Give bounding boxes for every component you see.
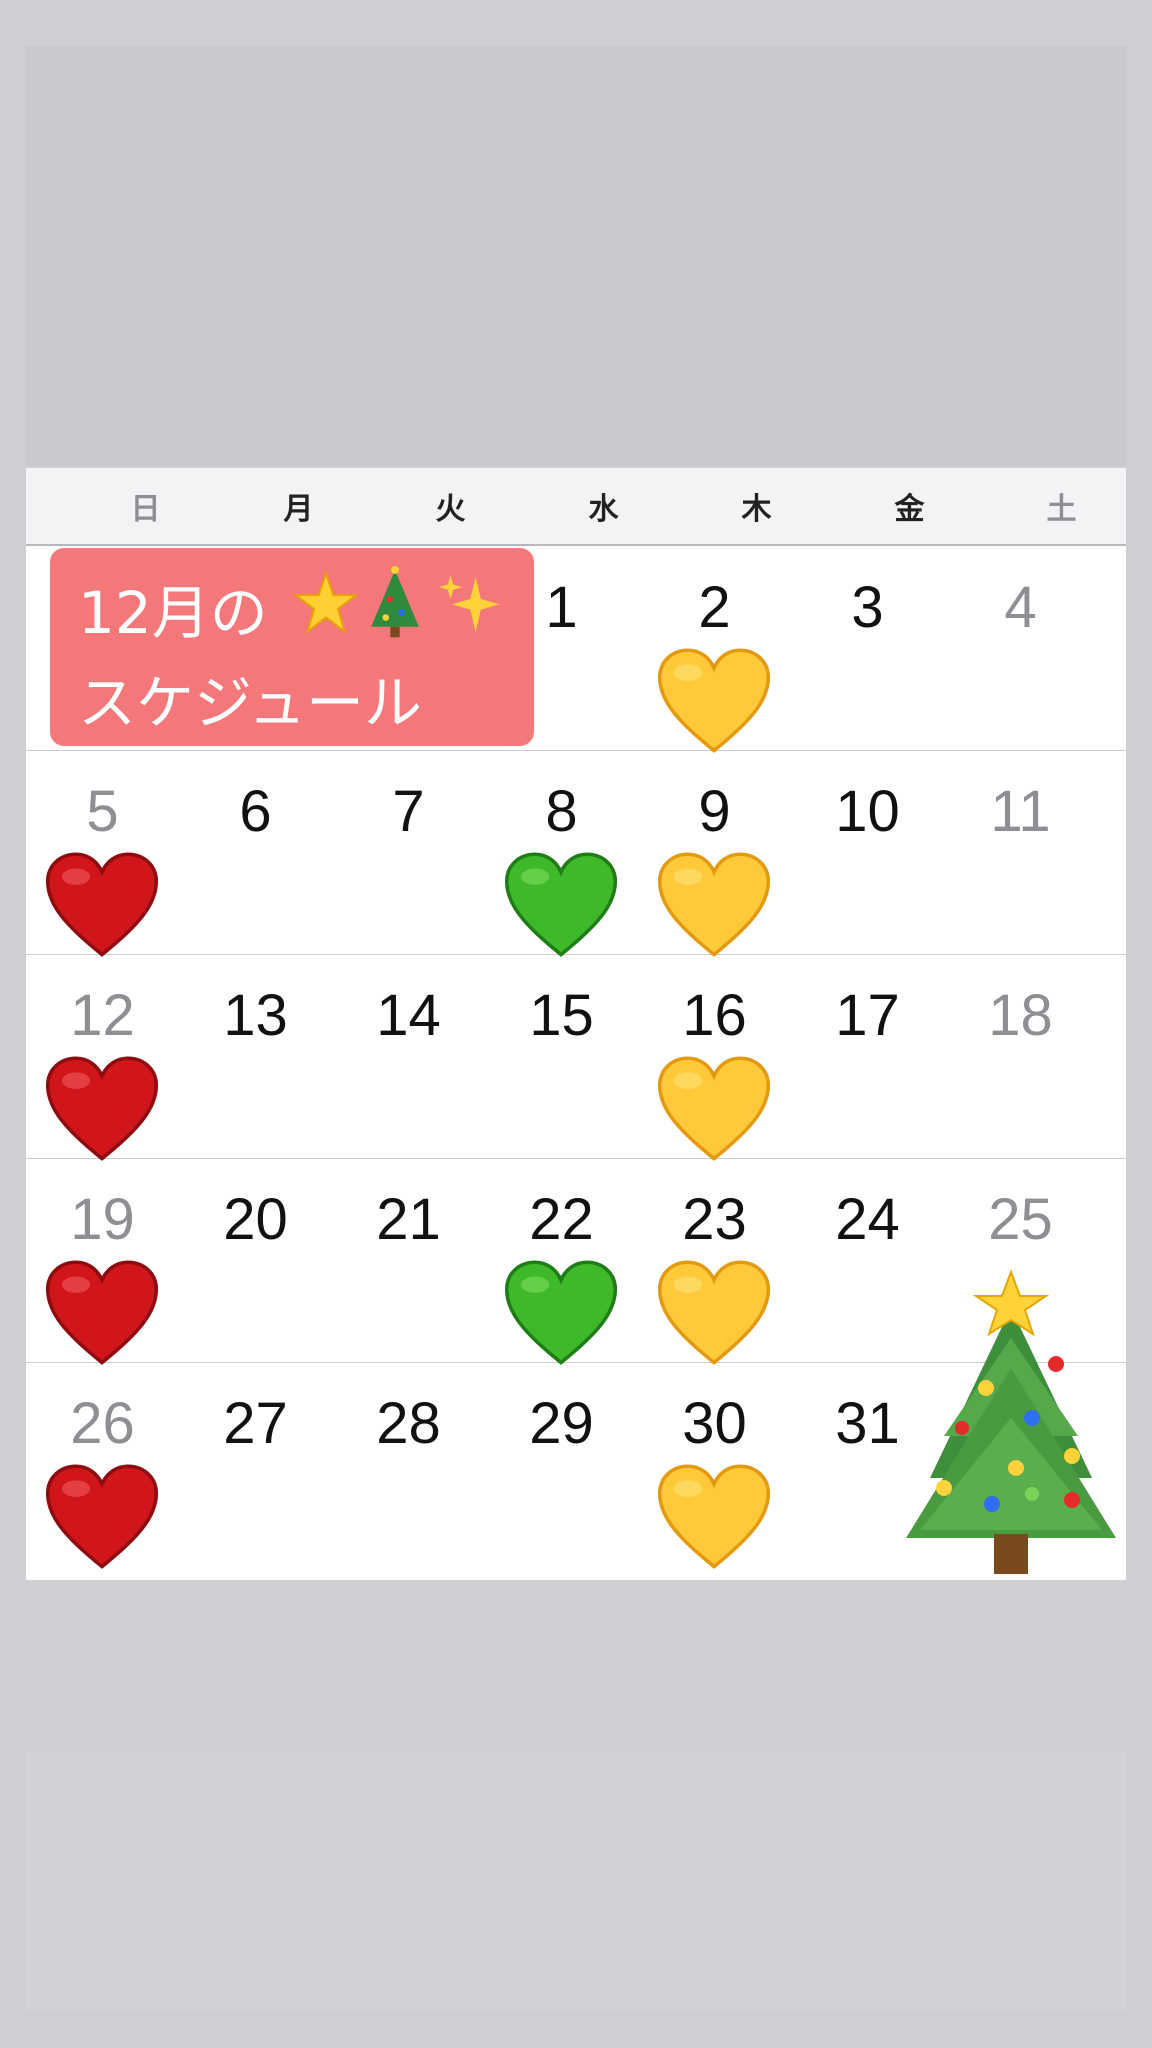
weekday-header: 日 月 火 水 木 金 土 xyxy=(26,468,1126,546)
heart-icon xyxy=(657,648,771,753)
day-number: 10 xyxy=(835,779,900,844)
day-cell[interactable]: 4 xyxy=(944,546,1097,750)
day-number: 9 xyxy=(698,779,731,844)
day-cell[interactable]: 16 xyxy=(638,954,791,1161)
weekday-fri: 金 xyxy=(894,492,925,527)
top-blank-panel xyxy=(26,46,1126,466)
star-icon xyxy=(293,570,359,634)
bottom-blank-panel xyxy=(26,1752,1126,2012)
day-cell[interactable]: 20 xyxy=(179,1158,332,1362)
day-number: 8 xyxy=(545,779,578,844)
heart-icon xyxy=(657,1260,771,1365)
day-number: 12 xyxy=(70,983,135,1048)
heart-icon xyxy=(657,1464,771,1569)
day-cell[interactable]: 18 xyxy=(944,954,1097,1158)
title-line-2: スケジュール xyxy=(78,669,422,737)
heart-icon xyxy=(504,1260,618,1365)
day-cell[interactable]: 15 xyxy=(485,954,638,1158)
title-text-month: 12月の xyxy=(78,579,268,647)
heart-icon xyxy=(657,852,771,957)
day-number: 30 xyxy=(682,1391,747,1456)
title-badge: 12月の スケジュール xyxy=(50,548,534,746)
day-cell[interactable]: 23 xyxy=(638,1158,791,1365)
day-number: 20 xyxy=(223,1187,288,1252)
day-cell[interactable]: 21 xyxy=(332,1158,485,1362)
heart-icon xyxy=(45,1056,159,1161)
heart-icon xyxy=(45,1464,159,1569)
day-cell[interactable]: 27 xyxy=(179,1362,332,1566)
christmas-tree-icon xyxy=(371,566,419,638)
day-number: 15 xyxy=(529,983,594,1048)
day-cell[interactable]: 26 xyxy=(26,1362,179,1569)
week-row: 12 13 14 15 16 17 18 xyxy=(26,954,1126,1161)
day-cell[interactable]: 9 xyxy=(638,750,791,957)
weekday-mon: 月 xyxy=(283,492,314,527)
day-cell[interactable]: 30 xyxy=(638,1362,791,1569)
day-number: 24 xyxy=(835,1187,900,1252)
day-cell[interactable]: 28 xyxy=(332,1362,485,1566)
day-number: 11 xyxy=(990,779,1051,844)
day-number: 19 xyxy=(70,1187,135,1252)
day-cell[interactable]: 14 xyxy=(332,954,485,1158)
day-cell[interactable]: 3 xyxy=(791,546,944,750)
day-cell[interactable]: 6 xyxy=(179,750,332,954)
weekday-sun: 日 xyxy=(130,492,161,527)
day-number: 2 xyxy=(698,575,731,640)
day-number: 23 xyxy=(682,1187,747,1252)
day-number: 6 xyxy=(239,779,272,844)
day-cell[interactable]: 12 xyxy=(26,954,179,1161)
day-number: 13 xyxy=(223,983,288,1048)
weekday-wed: 水 xyxy=(588,492,619,527)
day-cell[interactable]: 22 xyxy=(485,1158,638,1365)
weekday-sat: 土 xyxy=(1046,492,1077,527)
day-number: 27 xyxy=(223,1391,288,1456)
day-number: 29 xyxy=(529,1391,594,1456)
day-cell[interactable]: 2 xyxy=(638,546,791,753)
heart-icon xyxy=(45,852,159,957)
day-cell[interactable]: 13 xyxy=(179,954,332,1158)
day-cell[interactable]: 17 xyxy=(791,954,944,1158)
heart-icon xyxy=(657,1056,771,1161)
day-number: 5 xyxy=(86,779,119,844)
day-cell[interactable]: 10 xyxy=(791,750,944,954)
day-cell[interactable]: 11 xyxy=(944,750,1097,954)
day-cell[interactable]: 8 xyxy=(485,750,638,957)
day-cell[interactable]: 7 xyxy=(332,750,485,954)
day-number: 18 xyxy=(988,983,1053,1048)
day-cell[interactable]: 5 xyxy=(26,750,179,957)
day-number: 3 xyxy=(851,575,884,640)
day-number: 21 xyxy=(376,1187,441,1252)
title-line-1: 12月の xyxy=(78,566,500,650)
day-number: 16 xyxy=(682,983,747,1048)
christmas-tree-icon xyxy=(906,1269,1116,1574)
weekday-tue: 火 xyxy=(435,492,466,527)
day-number: 25 xyxy=(988,1187,1053,1252)
day-number: 28 xyxy=(376,1391,441,1456)
day-number: 7 xyxy=(392,779,425,844)
day-number: 14 xyxy=(376,983,441,1048)
calendar-month-grid: 日 月 火 水 木 金 土 1 2 3 4 5 6 7 8 9 10 11 12 13 14 15 16 17 1… xyxy=(26,468,1126,1580)
day-number: 26 xyxy=(70,1391,135,1456)
day-number: 22 xyxy=(529,1187,594,1252)
day-number: 17 xyxy=(835,983,900,1048)
heart-icon xyxy=(504,852,618,957)
week-row: 5 6 7 8 9 10 11 xyxy=(26,750,1126,957)
heart-icon xyxy=(45,1260,159,1365)
day-number: 4 xyxy=(1004,575,1037,640)
sparkles-icon xyxy=(438,575,500,633)
weekday-thu: 木 xyxy=(741,492,772,527)
day-cell[interactable]: 29 xyxy=(485,1362,638,1566)
day-cell[interactable]: 19 xyxy=(26,1158,179,1365)
